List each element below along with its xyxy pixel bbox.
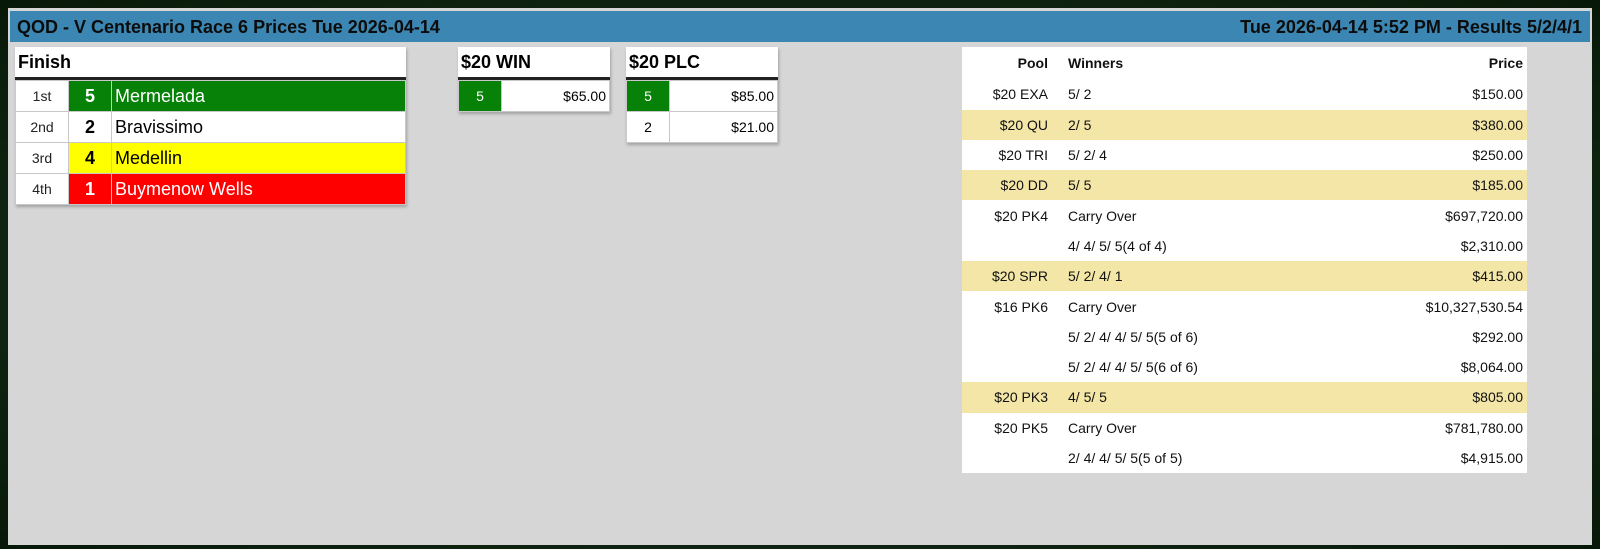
pool-name: $20 QU	[962, 109, 1068, 140]
pool-row: $20 PK4 Carry Over $697,720.00	[962, 200, 1527, 230]
pool-row: 2/ 4/ 4/ 5/ 5(5 of 5) $4,915.00	[962, 443, 1527, 473]
horse-name: Buymenow Wells	[111, 173, 406, 205]
winners-header: Winners	[1068, 55, 1124, 72]
exotics-header-row: Pool Winners Price	[962, 47, 1527, 79]
finish-position: 4th	[15, 173, 69, 205]
pool-winners: 2/ 5	[1068, 109, 1326, 140]
pool-name: $20 PK4	[994, 207, 1048, 224]
place-payout-table: $20 PLC 5 $85.00 2 $21.00	[626, 47, 778, 143]
finish-row: 3rd 4 Medellin	[15, 142, 406, 174]
win-payout-table: $20 WIN 5 $65.00	[458, 47, 610, 112]
pool-price: $2,310.00	[1460, 237, 1523, 254]
pool-winners: 5/ 2	[1068, 86, 1092, 103]
payout-row: 5 $65.00	[458, 80, 610, 112]
header-bar: QOD - V Centenario Race 6 Prices Tue 202…	[10, 11, 1590, 42]
payout-amount: $85.00	[669, 80, 778, 112]
finish-label: Finish	[15, 47, 406, 80]
finish-row: 1st 5 Mermelada	[15, 80, 406, 112]
pool-name: $20 TRI	[998, 147, 1048, 164]
pool-name: $20 DD	[962, 170, 1068, 201]
payout-amount: $21.00	[669, 111, 778, 143]
win-label: $20 WIN	[458, 47, 610, 80]
horse-name: Medellin	[111, 142, 406, 174]
exotic-pools-table: Pool Winners Price $20 EXA 5/ 2 $150.00 $20…	[962, 47, 1527, 474]
pool-name: $20 EXA	[992, 86, 1048, 103]
pool-row: $20 TRI 5/ 2/ 4 $250.00	[962, 140, 1527, 170]
pool-row: 5/ 2/ 4/ 4/ 5/ 5(5 of 6) $292.00	[962, 322, 1527, 352]
finish-row: 4th 1 Buymenow Wells	[15, 173, 406, 205]
finish-row: 2nd 2 Bravissimo	[15, 111, 406, 143]
pool-name	[962, 322, 1068, 352]
pool-price: $150.00	[1472, 86, 1523, 103]
pool-price: $250.00	[1472, 147, 1523, 164]
pool-winners: Carry Over	[1068, 419, 1137, 436]
pool-price: $8,064.00	[1460, 359, 1523, 376]
horse-number: 4	[68, 142, 112, 174]
pool-winners: 2/ 4/ 4/ 5/ 5(5 of 5)	[1068, 450, 1183, 466]
pool-winners: 5/ 2/ 4	[1068, 147, 1107, 164]
pool-row: $20 EXA 5/ 2 $150.00	[962, 79, 1527, 109]
pool-name: $20 PK5	[994, 419, 1048, 436]
horse-number: 5	[68, 80, 112, 112]
pool-row: $20 DD 5/ 5 $185.00	[962, 170, 1527, 201]
horse-number: 5	[626, 80, 670, 112]
pool-row: $20 PK5 Carry Over $781,780.00	[962, 413, 1527, 443]
pool-winners: 4/ 5/ 5	[1068, 382, 1326, 413]
results-status: Tue 2026-04-14 5:52 PM - Results 5/2/4/1	[1240, 17, 1582, 37]
price-header: Price	[1488, 55, 1523, 72]
pool-winners: 5/ 2/ 4/ 1	[1068, 261, 1326, 292]
pool-price: $805.00	[1325, 382, 1527, 413]
horse-name: Bravissimo	[111, 111, 406, 143]
payout-row: 2 $21.00	[626, 111, 778, 143]
pool-price: $4,915.00	[1460, 450, 1523, 466]
pool-row: $16 PK6 Carry Over $10,327,530.54	[962, 291, 1527, 321]
pool-name: $20 PK3	[962, 382, 1068, 413]
pool-name	[962, 443, 1068, 473]
payout-amount: $65.00	[501, 80, 610, 112]
finish-position: 3rd	[15, 142, 69, 174]
pool-row: 5/ 2/ 4/ 4/ 5/ 5(6 of 6) $8,064.00	[962, 352, 1527, 382]
pool-row: $20 SPR 5/ 2/ 4/ 1 $415.00	[962, 261, 1527, 292]
pool-winners: 4/ 4/ 5/ 5(4 of 4)	[1068, 237, 1167, 254]
finish-position: 2nd	[15, 111, 69, 143]
pool-price: $697,720.00	[1445, 207, 1523, 224]
horse-number: 2	[626, 111, 670, 143]
finish-position: 1st	[15, 80, 69, 112]
pool-row: $20 QU 2/ 5 $380.00	[962, 109, 1527, 140]
pool-name: $16 PK6	[994, 298, 1048, 315]
pool-price: $415.00	[1325, 261, 1527, 292]
pool-price: $185.00	[1325, 170, 1527, 201]
pool-header: Pool	[1017, 55, 1048, 72]
pool-winners: 5/ 5	[1068, 170, 1326, 201]
pool-price: $781,780.00	[1445, 419, 1523, 436]
pool-price: $10,327,530.54	[1425, 298, 1523, 315]
pool-winners: 5/ 2/ 4/ 4/ 5/ 5(5 of 6)	[1068, 328, 1198, 345]
horse-number: 5	[458, 80, 502, 112]
pool-winners: 5/ 2/ 4/ 4/ 5/ 5(6 of 6)	[1068, 359, 1198, 376]
horse-number: 2	[68, 111, 112, 143]
pool-name	[962, 352, 1068, 382]
horse-number: 1	[68, 173, 112, 205]
pool-name	[962, 231, 1068, 261]
pool-row: $20 PK3 4/ 5/ 5 $805.00	[962, 382, 1527, 413]
horse-name: Mermelada	[111, 80, 406, 112]
pool-name: $20 SPR	[962, 261, 1068, 292]
finish-table: Finish 1st 5 Mermelada 2nd 2 Bravissimo 3rd 4 Me…	[15, 47, 406, 205]
pool-winners: Carry Over	[1068, 298, 1137, 315]
payout-row: 5 $85.00	[626, 80, 778, 112]
place-label: $20 PLC	[626, 47, 778, 80]
pool-winners: Carry Over	[1068, 207, 1137, 224]
pool-price: $380.00	[1325, 109, 1527, 140]
pool-row: 4/ 4/ 5/ 5(4 of 4) $2,310.00	[962, 231, 1527, 261]
page-title: QOD - V Centenario Race 6 Prices Tue 202…	[17, 17, 440, 37]
pool-price: $292.00	[1472, 328, 1523, 345]
